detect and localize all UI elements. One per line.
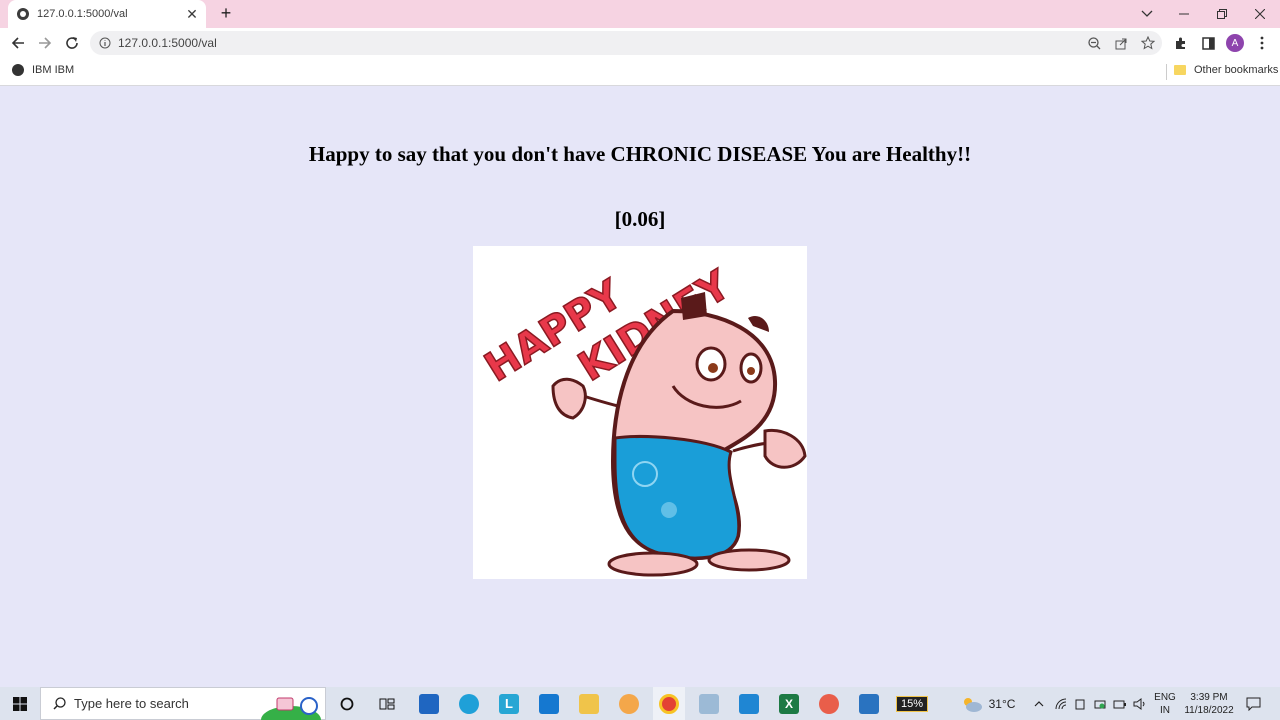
tab-search-chevron-icon[interactable] (1136, 0, 1158, 28)
other-bookmarks[interactable]: Other bookmarks (1174, 64, 1278, 76)
vscode-icon[interactable] (737, 687, 761, 720)
share-icon[interactable] (1113, 35, 1129, 51)
network-icon[interactable] (1051, 687, 1069, 720)
outlook-icon[interactable] (537, 687, 561, 720)
app-icon-slanted[interactable] (697, 687, 721, 720)
volume-icon[interactable] (1131, 687, 1149, 720)
close-window-button[interactable] (1248, 0, 1272, 28)
jupyter-icon[interactable] (617, 687, 641, 720)
menu-kebab-icon[interactable] (1252, 33, 1272, 53)
file-explorer-icon[interactable] (577, 687, 601, 720)
bookmark-star-icon[interactable] (1140, 35, 1156, 51)
happy-kidney-image: HAPPY KIDNEY (473, 246, 807, 579)
tray-device-icon[interactable] (1071, 687, 1089, 720)
language-indicator[interactable]: ENG IN (1150, 687, 1180, 720)
snipping-tool-icon[interactable] (817, 687, 841, 720)
cloud-sun-icon (963, 697, 982, 712)
photos-icon[interactable] (857, 687, 881, 720)
taskbar-search-box[interactable]: Type here to search (40, 687, 326, 720)
chrome-icon[interactable] (653, 687, 685, 720)
url-text[interactable]: 127.0.0.1:5000/val (118, 36, 217, 50)
side-panel-icon[interactable] (1198, 33, 1218, 53)
bookmarks-divider (1166, 64, 1167, 80)
cortana-icon[interactable] (336, 687, 358, 720)
zoom-icon[interactable] (1086, 35, 1102, 51)
bookmarks-bar: IBM IBM Other bookmarks (0, 58, 1280, 86)
search-icon (53, 697, 66, 710)
folder-icon (1174, 65, 1186, 75)
tray-shield-icon[interactable] (1091, 687, 1109, 720)
battery-indicator[interactable]: 15% (890, 687, 934, 720)
tab-strip: 127.0.0.1:5000/val ✕ + (0, 0, 1280, 28)
prediction-score: [0.06] (614, 207, 666, 231)
weather-widget[interactable]: 31°C (958, 687, 1018, 720)
site-info-icon[interactable] (99, 37, 111, 49)
search-placeholder: Type here to search (74, 696, 189, 711)
extensions-icon[interactable] (1171, 33, 1191, 53)
profile-avatar[interactable]: A (1225, 33, 1245, 53)
browser-toolbar: 127.0.0.1:5000/val A (0, 28, 1280, 58)
tab-title: 127.0.0.1:5000/val (37, 8, 128, 20)
page-content: Happy to say that you don't have CHRONIC… (0, 86, 1280, 687)
forward-button[interactable] (35, 33, 55, 53)
reload-button[interactable] (62, 33, 82, 53)
globe-icon (12, 64, 24, 76)
notifications-icon[interactable] (1242, 687, 1264, 720)
windows-start-icon[interactable] (8, 687, 32, 720)
windows-taskbar: Type here to search L X 15% 31°C ENG IN … (0, 687, 1280, 720)
show-hidden-icons-chevron-icon[interactable] (1031, 687, 1047, 720)
excel-icon[interactable]: X (777, 687, 801, 720)
search-highlight-icon (261, 697, 321, 720)
tab-close-icon[interactable]: ✕ (182, 6, 202, 23)
lens-l-icon[interactable]: L (497, 687, 521, 720)
bookmark-ibm[interactable]: IBM IBM (12, 64, 74, 76)
new-tab-button[interactable]: + (216, 3, 236, 23)
battery-tray-icon[interactable] (1111, 687, 1129, 720)
result-headline: Happy to say that you don't have CHRONIC… (308, 142, 972, 166)
restore-button[interactable] (1210, 0, 1234, 28)
clock[interactable]: 3:39 PM 11/18/2022 (1180, 687, 1238, 720)
task-view-icon[interactable] (376, 687, 398, 720)
back-button[interactable] (8, 33, 28, 53)
browser-tab[interactable]: 127.0.0.1:5000/val ✕ (8, 0, 206, 28)
minimize-button[interactable] (1172, 0, 1196, 28)
address-bar[interactable]: 127.0.0.1:5000/val (90, 31, 1162, 55)
globe-icon (17, 8, 29, 20)
edge-icon[interactable] (457, 687, 481, 720)
mail-icon[interactable] (417, 687, 441, 720)
